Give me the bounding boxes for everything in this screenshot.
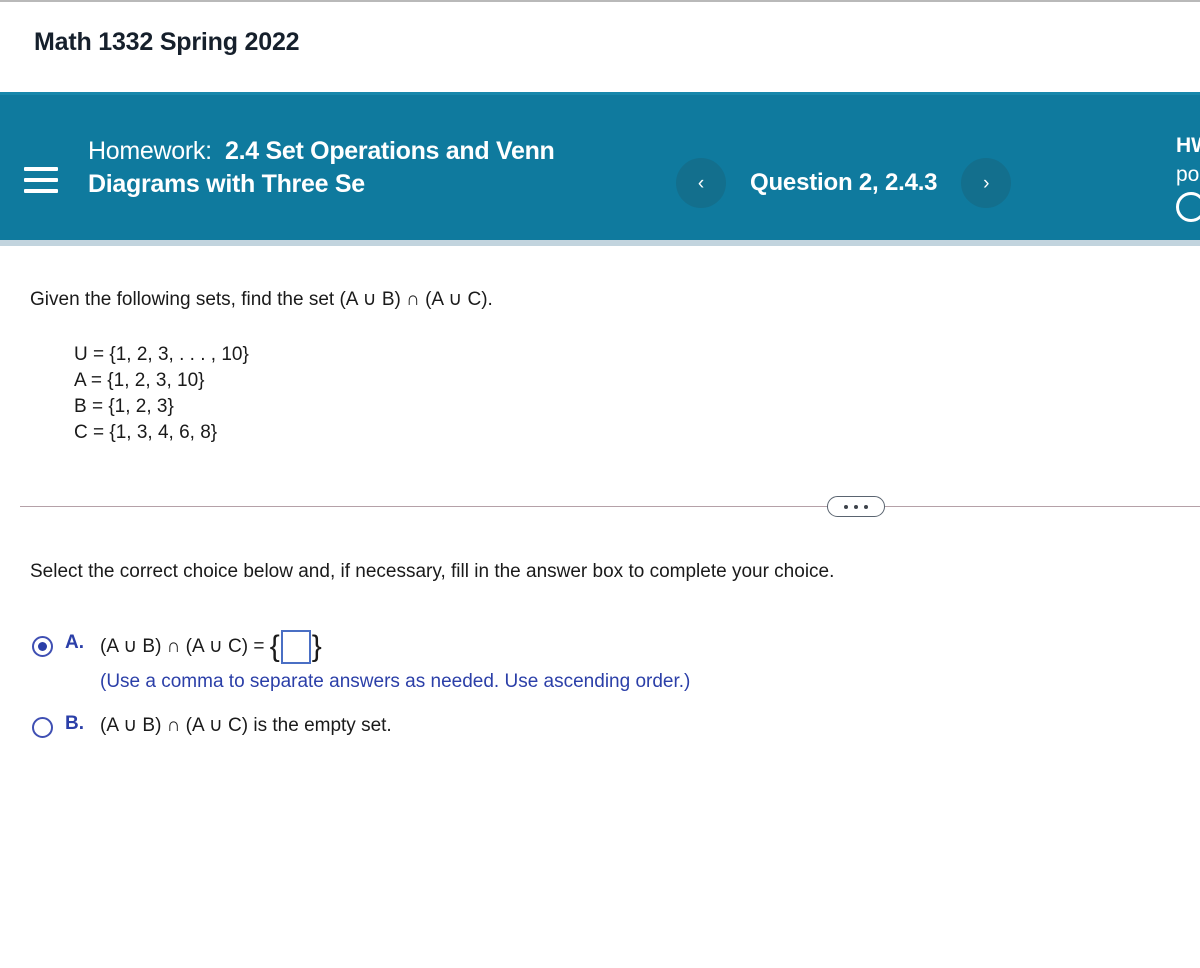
choice-b-letter: B. (65, 713, 84, 734)
choice-a-hint: (Use a comma to separate answers as need… (100, 671, 691, 692)
choice-b-text: (A ∪ B) ∩ (A ∪ C) is the empty set. (100, 715, 392, 736)
hamburger-bar (24, 178, 58, 182)
previous-question-button[interactable]: ‹ (676, 158, 726, 208)
assignment-title: Homework: 2.4 Set Operations and Venn Di… (88, 135, 578, 201)
header-bottom-accent (0, 240, 1200, 246)
assignment-label: Homework: (88, 137, 212, 165)
set-definition-a: A = {1, 2, 3, 10} (74, 370, 205, 391)
homework-score-panel: HW po (1176, 132, 1200, 222)
dot-icon (844, 504, 848, 509)
header-top-accent (0, 92, 1200, 95)
set-definition-u: U = {1, 2, 3, . . . , 10} (74, 344, 249, 365)
points-label: po (1176, 163, 1200, 186)
hamburger-menu-icon[interactable] (24, 167, 58, 193)
question-navigation: ‹ Question 2, 2.4.3 › (676, 158, 1012, 208)
choice-b-body: (A ∪ B) ∩ (A ∪ C) is the empty set. (100, 711, 392, 741)
hamburger-bar (24, 189, 58, 193)
dot-icon (864, 504, 868, 509)
close-brace: } (311, 630, 322, 663)
choice-a[interactable]: A. (A ∪ B) ∩ (A ∪ C) = { } (Use a comma … (32, 630, 690, 693)
progress-ring-icon (1176, 192, 1200, 222)
open-brace: { (269, 630, 280, 663)
hw-score-label: HW (1176, 134, 1200, 157)
question-page: Math 1332 Spring 2022 Homework: 2.4 Set … (0, 0, 1200, 968)
set-definitions: U = {1, 2, 3, . . . , 10} A = {1, 2, 3, … (74, 342, 249, 446)
dot-icon (854, 504, 858, 509)
answer-instruction: Select the correct choice below and, if … (30, 561, 835, 582)
choice-a-answer-input[interactable] (280, 630, 311, 664)
problem-prompt: Given the following sets, find the set (… (30, 289, 493, 310)
answer-choices: A. (A ∪ B) ∩ (A ∪ C) = { } (Use a comma … (32, 630, 690, 741)
set-definition-b: B = {1, 2, 3} (74, 396, 174, 417)
hamburger-bar (24, 167, 58, 171)
choice-a-expression-row: (A ∪ B) ∩ (A ∪ C) = { } (100, 630, 690, 664)
course-title: Math 1332 Spring 2022 (34, 28, 300, 56)
choice-b-radio[interactable] (32, 717, 53, 738)
section-divider (20, 506, 1200, 507)
choice-a-radio[interactable] (32, 636, 53, 657)
expand-section-button[interactable] (827, 496, 885, 517)
top-hairline (0, 0, 1200, 2)
choice-a-letter: A. (65, 632, 84, 653)
next-question-button[interactable]: › (961, 158, 1012, 208)
choice-a-body: (A ∪ B) ∩ (A ∪ C) = { } (Use a comma to … (100, 630, 690, 693)
choice-a-expression: (A ∪ B) ∩ (A ∪ C) = (100, 636, 265, 657)
set-definition-c: C = {1, 3, 4, 6, 8} (74, 422, 218, 443)
question-number-label: Question 2, 2.4.3 (750, 169, 938, 196)
choice-b[interactable]: B. (A ∪ B) ∩ (A ∪ C) is the empty set. (32, 711, 690, 741)
